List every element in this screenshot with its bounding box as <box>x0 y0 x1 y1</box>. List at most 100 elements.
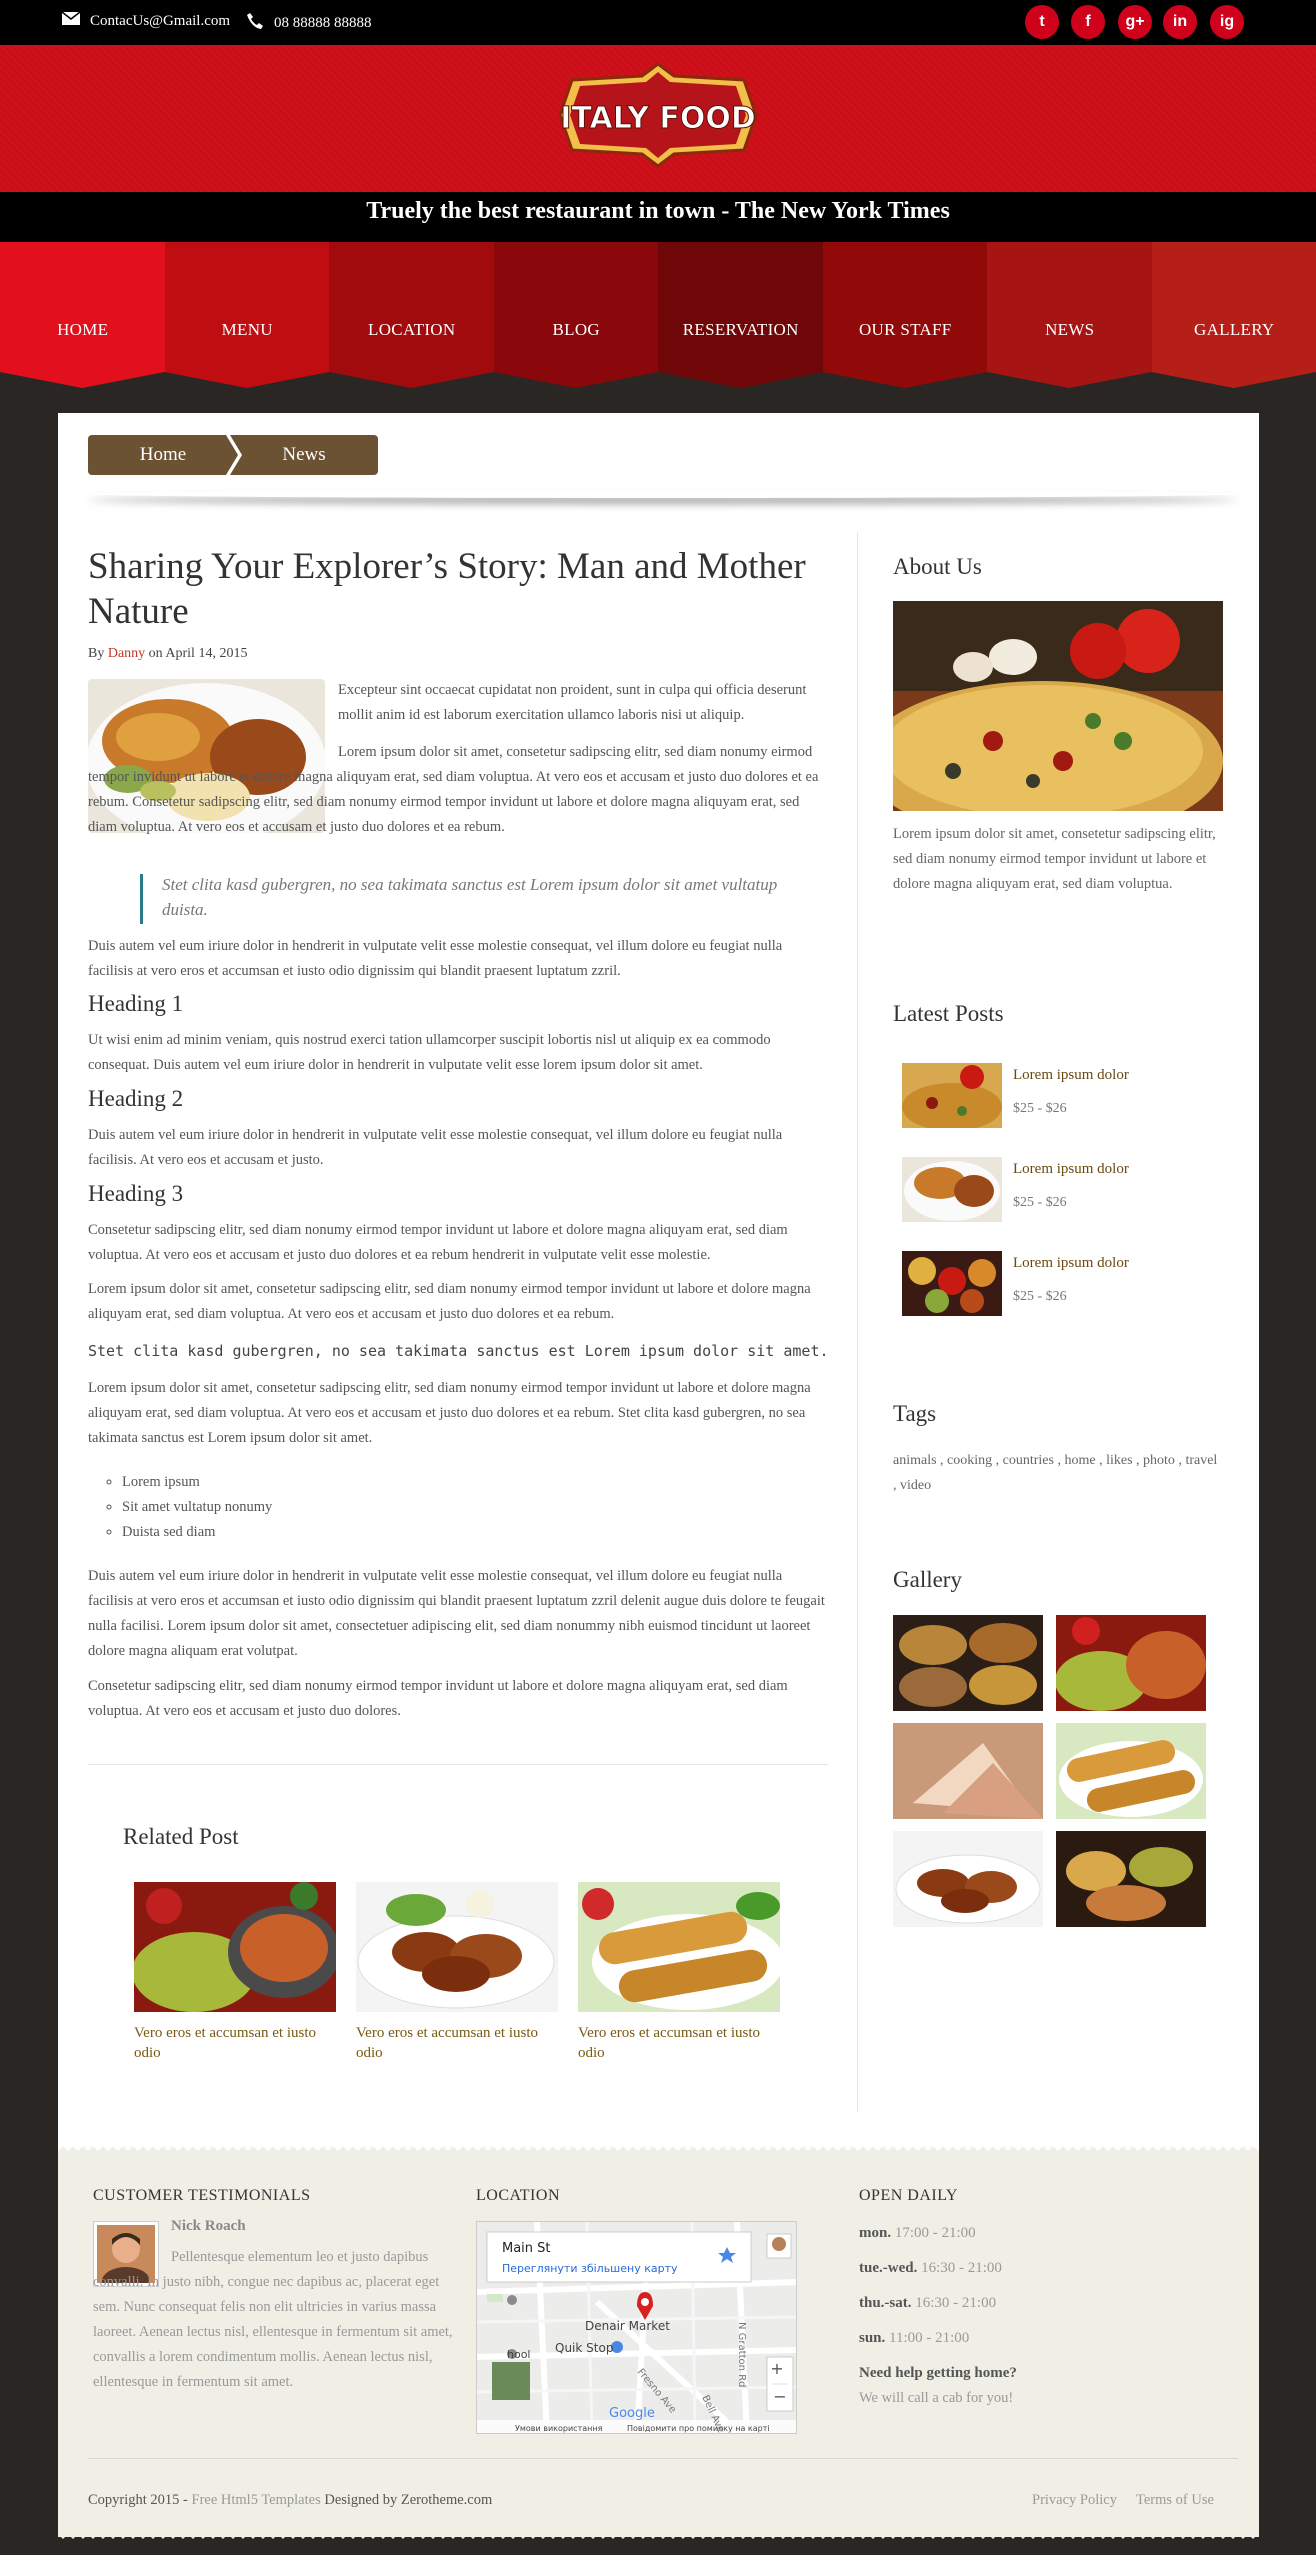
hours-time: 16:30 - 21:00 <box>921 2260 1002 2276</box>
gallery-image[interactable] <box>893 1831 1043 1927</box>
gallery-image[interactable] <box>893 1615 1043 1711</box>
location-map[interactable]: Main St Переглянути збільшену карту Dena… <box>476 2221 797 2434</box>
tags-title: Tags <box>893 1401 937 1426</box>
svg-text:Main St: Main St <box>502 2241 551 2256</box>
instagram-icon[interactable]: ig <box>1210 5 1244 39</box>
svg-text:hool: hool <box>507 2348 531 2361</box>
related-post-caption[interactable]: Vero eros et accumsan et iusto odio <box>356 2023 561 2063</box>
gallery-image[interactable] <box>893 1723 1043 1819</box>
tag-link[interactable]: home <box>1064 1453 1095 1468</box>
hours-row: mon. 17:00 - 21:00 <box>859 2225 976 2242</box>
tag-link[interactable]: travel <box>1185 1453 1217 1468</box>
breadcrumb-current[interactable]: News <box>230 435 378 475</box>
heading-3: Heading 3 <box>88 1181 184 1206</box>
related-post-caption[interactable]: Vero eros et accumsan et iusto odio <box>578 2023 783 2063</box>
breadcrumb-shadow <box>88 490 1238 498</box>
site-logo[interactable]: ITALY FOOD <box>558 62 758 168</box>
tag-link[interactable]: cooking <box>947 1453 992 1468</box>
contact-email[interactable]: ContacUs@Gmail.com <box>61 11 231 30</box>
latest-post-price: $25 - $26 <box>1013 1289 1067 1304</box>
gallery-image[interactable] <box>1056 1723 1206 1819</box>
hours-day: tue.-wed. <box>859 2260 918 2276</box>
copyright-text: Designed by <box>320 2492 401 2508</box>
tag-separator: , <box>1095 1453 1107 1468</box>
tag-separator: , <box>1174 1453 1186 1468</box>
svg-text:Переглянути збільшену карту: Переглянути збільшену карту <box>502 2262 678 2275</box>
google-plus-icon[interactable]: g+ <box>1118 5 1152 39</box>
svg-text:Умови використання: Умови використання <box>515 2424 603 2433</box>
gallery-image[interactable] <box>1056 1615 1206 1711</box>
svg-text:Повідомити про помилку на карт: Повідомити про помилку на карті <box>627 2424 770 2433</box>
post-paragraph: Consetetur sadipscing elitr, sed diam no… <box>88 1222 788 1263</box>
tag-link[interactable]: animals <box>893 1453 937 1468</box>
post-intro: Excepteur sint occaecat cupidatat non pr… <box>338 682 807 723</box>
latest-post-title[interactable]: Lorem ipsum dolor <box>1013 1255 1129 1272</box>
about-text: Lorem ipsum dolor sit amet, consetetur s… <box>893 826 1216 892</box>
help-title: Need help getting home? <box>859 2365 1017 2381</box>
breadcrumb-home[interactable]: Home <box>88 435 238 475</box>
nav-zigzag <box>0 372 1316 408</box>
linkedin-icon[interactable]: in <box>1163 5 1197 39</box>
hours-time: 11:00 - 21:00 <box>889 2330 970 2346</box>
testimonial-text: Pellentesque elementum leo et justo dapi… <box>93 2249 453 2390</box>
hours-row: sun. 11:00 - 21:00 <box>859 2330 969 2347</box>
list-item: Duista sed diam <box>122 1520 272 1545</box>
twitter-icon[interactable]: t <box>1025 5 1059 39</box>
latest-post-image[interactable] <box>902 1157 1002 1222</box>
location-title: LOCATION <box>476 2187 560 2204</box>
latest-post-image[interactable] <box>902 1063 1002 1128</box>
phone-icon <box>246 12 264 35</box>
post-paragraph: Lorem ipsum dolor sit amet, consetetur s… <box>88 744 819 835</box>
copyright: Copyright 2015 - Free Html5 Templates De… <box>88 2492 492 2509</box>
contact-phone[interactable]: 08 88888 88888 <box>246 12 372 35</box>
tags-list: animals , cooking , countries , home , l… <box>893 1448 1223 1498</box>
tag-link[interactable]: photo <box>1143 1453 1175 1468</box>
email-text: ContacUs@Gmail.com <box>90 12 231 29</box>
post-paragraph: Lorem ipsum dolor sit amet, consetetur s… <box>88 1380 811 1446</box>
post-date: on April 14, 2015 <box>148 646 248 661</box>
related-post-title: Related Post <box>123 1824 239 1849</box>
copyright-link[interactable]: Free Html5 Templates <box>192 2492 321 2508</box>
tag-link[interactable]: video <box>900 1478 931 1493</box>
latest-post-title[interactable]: Lorem ipsum dolor <box>1013 1161 1129 1178</box>
designer-link[interactable]: Zerotheme.com <box>401 2492 492 2508</box>
hours-day: thu.-sat. <box>859 2295 912 2311</box>
footer-bottom-zigzag <box>58 2534 1259 2539</box>
related-post-image[interactable] <box>578 1882 780 2012</box>
footer-divider <box>88 2458 1238 2459</box>
post-title: Sharing Your Explorer’s Story: Man and M… <box>88 546 806 632</box>
hours-time: 16:30 - 21:00 <box>915 2295 997 2311</box>
heading-2: Heading 2 <box>88 1086 184 1111</box>
tag-separator: , <box>893 1478 900 1493</box>
heading-1: Heading 1 <box>88 991 184 1016</box>
help-text: We will call a cab for you! <box>859 2390 1014 2406</box>
latest-post-title[interactable]: Lorem ipsum dolor <box>1013 1067 1129 1084</box>
svg-text:Denair Market: Denair Market <box>585 2319 670 2333</box>
latest-post-image[interactable] <box>902 1251 1002 1316</box>
privacy-link[interactable]: Privacy Policy <box>1032 2492 1117 2509</box>
tag-separator: , <box>1053 1453 1065 1468</box>
svg-text:Google: Google <box>609 2406 655 2421</box>
related-post-caption[interactable]: Vero eros et accumsan et iusto odio <box>134 2023 339 2063</box>
post-blockquote: Stet clita kasd gubergren, no sea takima… <box>162 875 778 919</box>
latest-post-price: $25 - $26 <box>1013 1101 1067 1116</box>
terms-link[interactable]: Terms of Use <box>1136 2492 1214 2509</box>
hours-row: tue.-wed. 16:30 - 21:00 <box>859 2260 1002 2277</box>
hours-day: mon. <box>859 2225 892 2241</box>
latest-posts-title: Latest Posts <box>893 1001 1004 1026</box>
related-post-image[interactable] <box>134 1882 336 2012</box>
footer-top-zigzag <box>58 2146 1259 2156</box>
related-post-image[interactable] <box>356 1882 558 2012</box>
meta-by: By <box>88 646 105 661</box>
tag-link[interactable]: likes <box>1106 1453 1132 1468</box>
post-author-link[interactable]: Danny <box>108 646 145 661</box>
testimonial-name: Nick Roach <box>171 2218 246 2234</box>
facebook-icon[interactable]: f <box>1071 5 1105 39</box>
open-daily-title: OPEN DAILY <box>859 2187 958 2204</box>
gallery-image[interactable] <box>1056 1831 1206 1927</box>
post-paragraph: Lorem ipsum dolor sit amet, consetetur s… <box>88 1281 811 1322</box>
svg-text:+: + <box>770 2359 783 2378</box>
post-meta: By Danny on April 14, 2015 <box>88 646 247 662</box>
breadcrumb: Home News <box>88 435 378 475</box>
tag-link[interactable]: countries <box>1003 1453 1054 1468</box>
